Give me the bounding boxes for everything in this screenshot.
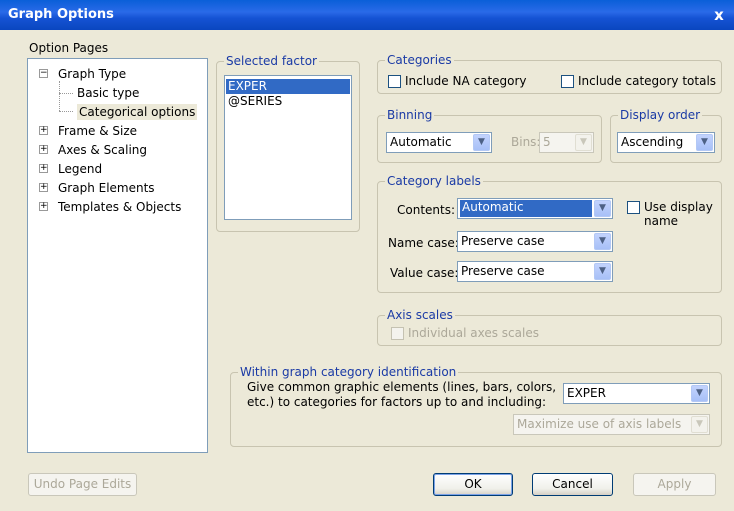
- name-case-select[interactable]: Preserve case ▼: [457, 231, 613, 252]
- collapse-icon[interactable]: −: [39, 69, 48, 78]
- chevron-down-icon[interactable]: ▼: [594, 263, 611, 280]
- within-graph-factor-value: EXPER: [567, 386, 606, 400]
- include-na-label: Include NA category: [405, 74, 527, 88]
- display-order-label: Display order: [618, 108, 703, 122]
- apply-button[interactable]: Apply: [633, 473, 716, 496]
- factor-listbox[interactable]: EXPER @SERIES: [224, 75, 352, 220]
- cancel-button[interactable]: Cancel: [532, 473, 613, 496]
- within-graph-factor-select[interactable]: EXPER ▼: [563, 383, 710, 404]
- chevron-down-icon[interactable]: ▼: [594, 233, 611, 250]
- binning-mode-select[interactable]: Automatic ▼: [386, 132, 492, 153]
- axis-labels-select[interactable]: Maximize use of axis labels ▼: [513, 414, 710, 435]
- axis-scales-label: Axis scales: [385, 308, 455, 322]
- within-graph-description-line1: Give common graphic elements (lines, bar…: [247, 380, 557, 394]
- within-graph-description-line2: etc.) to categories for factors up to an…: [247, 395, 547, 409]
- axis-labels-value: Maximize use of axis labels: [517, 417, 682, 431]
- tree-item-graph-elements[interactable]: Graph Elements: [58, 180, 155, 196]
- value-case-value: Preserve case: [461, 264, 545, 278]
- option-pages-tree[interactable]: − Graph Type Basic type Categorical opti…: [27, 58, 208, 453]
- chevron-down-icon[interactable]: ▼: [696, 134, 713, 151]
- value-case-label: Value case:: [390, 266, 459, 280]
- include-totals-label: Include category totals: [578, 74, 717, 88]
- expand-icon[interactable]: +: [39, 164, 48, 173]
- chevron-down-icon[interactable]: ▼: [473, 134, 490, 151]
- individual-axes-label: Individual axes scales: [408, 326, 539, 340]
- value-case-select[interactable]: Preserve case ▼: [457, 261, 613, 282]
- name-case-value: Preserve case: [461, 234, 545, 248]
- expand-icon[interactable]: +: [39, 126, 48, 135]
- category-labels-label: Category labels: [385, 174, 483, 188]
- use-display-name-checkbox[interactable]: [627, 201, 640, 214]
- list-item[interactable]: EXPER: [226, 79, 350, 94]
- title-bar: Graph Options x: [0, 0, 734, 30]
- chevron-down-icon[interactable]: ▼: [575, 134, 592, 151]
- close-icon[interactable]: x: [708, 0, 730, 30]
- chevron-down-icon[interactable]: ▼: [691, 416, 708, 433]
- contents-select[interactable]: Automatic ▼: [457, 198, 613, 219]
- within-graph-label: Within graph category identification: [238, 365, 459, 379]
- chevron-down-icon[interactable]: ▼: [691, 385, 708, 402]
- include-na-checkbox[interactable]: [388, 75, 401, 88]
- graph-options-dialog: Graph Options x Option Pages − Graph Typ…: [0, 0, 734, 511]
- tree-connector: [59, 111, 73, 112]
- selected-factor-label: Selected factor: [224, 54, 319, 68]
- option-pages-label: Option Pages: [29, 41, 109, 55]
- expand-icon[interactable]: +: [39, 202, 48, 211]
- ok-button[interactable]: OK: [433, 473, 513, 496]
- use-display-name-label: Use display name: [644, 200, 713, 228]
- undo-page-edits-button[interactable]: Undo Page Edits: [28, 473, 137, 496]
- tree-item-categorical-options[interactable]: Categorical options: [77, 104, 198, 120]
- contents-value: Automatic: [460, 200, 592, 217]
- bins-select[interactable]: 5 ▼: [539, 132, 594, 153]
- include-totals-checkbox[interactable]: [561, 75, 574, 88]
- chevron-down-icon[interactable]: ▼: [594, 200, 611, 217]
- expand-icon[interactable]: +: [39, 183, 48, 192]
- tree-item-basic-type[interactable]: Basic type: [77, 85, 139, 101]
- display-order-select[interactable]: Ascending ▼: [617, 132, 715, 153]
- bins-value: 5: [543, 135, 551, 149]
- tree-connector: [59, 93, 73, 94]
- binning-label: Binning: [385, 108, 435, 122]
- tree-item-templates-objects[interactable]: Templates & Objects: [58, 199, 181, 215]
- display-order-value: Ascending: [621, 135, 684, 149]
- name-case-label: Name case:: [388, 236, 459, 250]
- categories-label: Categories: [385, 53, 454, 67]
- window-title: Graph Options: [8, 7, 114, 22]
- bins-label: Bins:: [511, 135, 541, 149]
- list-item[interactable]: @SERIES: [226, 94, 350, 109]
- tree-item-legend[interactable]: Legend: [58, 161, 102, 177]
- expand-icon[interactable]: +: [39, 145, 48, 154]
- tree-item-axes-scaling[interactable]: Axes & Scaling: [58, 142, 147, 158]
- binning-mode-value: Automatic: [390, 135, 452, 149]
- tree-connector: [59, 81, 60, 111]
- contents-label: Contents:: [397, 203, 456, 217]
- individual-axes-checkbox[interactable]: [391, 327, 404, 340]
- tree-item-graph-type[interactable]: Graph Type: [58, 66, 126, 82]
- tree-item-frame-size[interactable]: Frame & Size: [58, 123, 137, 139]
